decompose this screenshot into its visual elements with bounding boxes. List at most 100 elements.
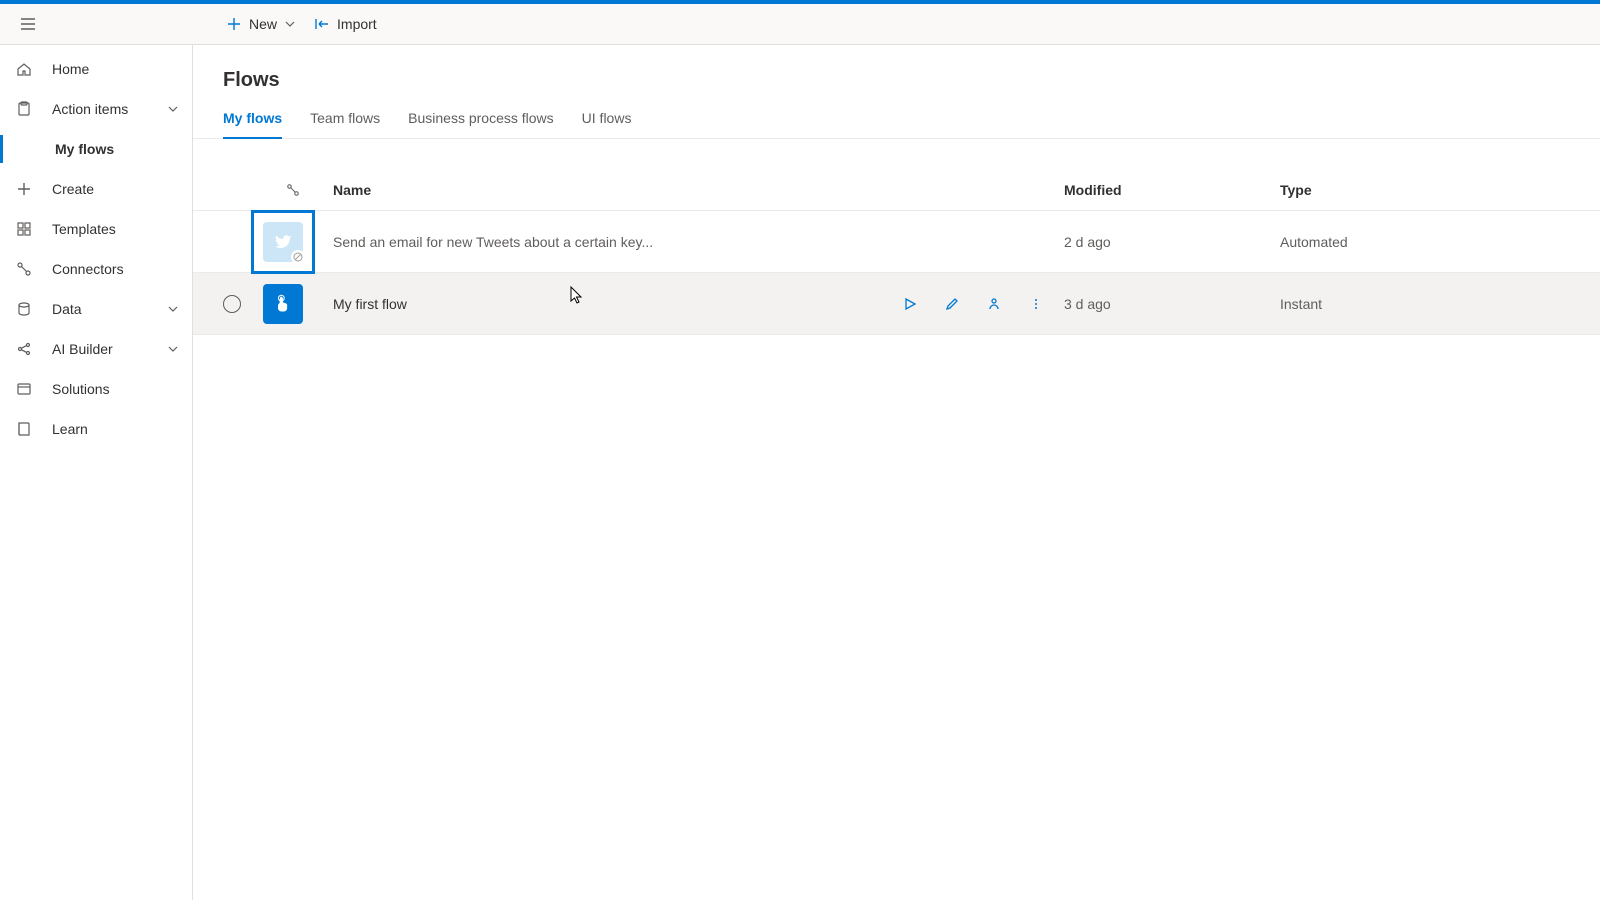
col-modified-header[interactable]: Modified [1064, 182, 1280, 198]
page-header: Flows [193, 45, 1600, 92]
templates-icon [14, 219, 34, 239]
col-modified-label: Modified [1064, 182, 1122, 198]
new-button[interactable]: New [219, 8, 303, 40]
sidebar: Home Action items My flows Create [0, 45, 193, 900]
col-type-header[interactable]: Type [1280, 182, 1600, 198]
tab-label: Business process flows [408, 110, 554, 126]
tab-team-flows[interactable]: Team flows [310, 110, 380, 138]
ai-icon [14, 339, 34, 359]
nav-label: Solutions [52, 381, 110, 397]
nav-label: AI Builder [52, 341, 113, 357]
nav-home[interactable]: Home [0, 49, 192, 89]
share-button[interactable] [978, 288, 1010, 320]
tabs: My flows Team flows Business process flo… [193, 92, 1600, 139]
col-name-header[interactable]: Name [323, 182, 894, 198]
edit-button[interactable] [936, 288, 968, 320]
import-button[interactable]: Import [307, 8, 385, 40]
flows-grid: Name Modified Type [193, 139, 1600, 335]
tab-label: My flows [223, 110, 282, 126]
tab-label: UI flows [582, 110, 632, 126]
nav-label: Learn [52, 421, 88, 437]
nav-label: Home [52, 61, 89, 77]
nav-label: Connectors [52, 261, 124, 277]
share-icon [987, 297, 1001, 311]
hamburger-button[interactable] [12, 8, 44, 40]
nav-label: Create [52, 181, 94, 197]
grid-header-row: Name Modified Type [193, 169, 1600, 211]
nav-my-flows[interactable]: My flows [0, 129, 192, 169]
tab-business-process-flows[interactable]: Business process flows [408, 110, 554, 138]
body: Home Action items My flows Create [0, 45, 1600, 900]
connectors-icon [14, 259, 34, 279]
row-icon-cell [263, 222, 323, 262]
flow-row[interactable]: Send an email for new Tweets about a cer… [193, 211, 1600, 273]
chevron-down-icon [285, 19, 295, 29]
nav-create[interactable]: Create [0, 169, 192, 209]
home-icon [14, 59, 34, 79]
selection-frame [251, 210, 315, 274]
tab-ui-flows[interactable]: UI flows [582, 110, 632, 138]
row-name-cell[interactable]: Send an email for new Tweets about a cer… [323, 234, 894, 250]
tab-my-flows[interactable]: My flows [223, 110, 282, 138]
modified-text: 3 d ago [1064, 296, 1111, 312]
nav-connectors[interactable]: Connectors [0, 249, 192, 289]
row-name-cell[interactable]: My first flow [323, 296, 894, 312]
play-icon [903, 297, 917, 311]
flow-name: My first flow [333, 296, 407, 312]
disabled-badge-icon [291, 250, 305, 264]
nav-label: My flows [55, 141, 114, 157]
chevron-down-icon [168, 341, 178, 357]
book-icon [14, 419, 34, 439]
pencil-icon [945, 297, 959, 311]
type-text: Automated [1280, 234, 1348, 250]
page-title: Flows [223, 69, 1600, 92]
hamburger-icon [20, 16, 36, 32]
flow-name: Send an email for new Tweets about a cer… [333, 234, 653, 250]
import-icon [315, 17, 329, 31]
flow-header-icon [286, 183, 300, 197]
plus-icon [227, 17, 241, 31]
nav-label: Action items [52, 101, 128, 117]
touch-icon [273, 294, 293, 314]
nav-templates[interactable]: Templates [0, 209, 192, 249]
row-actions [894, 288, 1064, 320]
chevron-down-icon [168, 101, 178, 117]
radio-unchecked-icon[interactable] [223, 295, 241, 313]
row-modified: 3 d ago [1064, 296, 1280, 312]
more-button[interactable] [1020, 288, 1052, 320]
modified-text: 2 d ago [1064, 234, 1111, 250]
run-button[interactable] [894, 288, 926, 320]
nav-data[interactable]: Data [0, 289, 192, 329]
main-content: Flows My flows Team flows Business proce… [193, 45, 1600, 900]
nav-action-items[interactable]: Action items [0, 89, 192, 129]
data-icon [14, 299, 34, 319]
clipboard-icon [14, 99, 34, 119]
nav-solutions[interactable]: Solutions [0, 369, 192, 409]
hamburger-region [0, 8, 193, 40]
plus-icon [14, 179, 34, 199]
row-type: Instant [1280, 296, 1600, 312]
command-bar: New Import [0, 4, 1600, 45]
row-type: Automated [1280, 234, 1600, 250]
type-text: Instant [1280, 296, 1322, 312]
flow-tile-twitter [263, 222, 303, 262]
import-button-label: Import [337, 16, 377, 32]
flow-tile-instant [263, 284, 303, 324]
row-icon-cell [263, 284, 323, 324]
app-root: New Import Home [0, 0, 1600, 900]
more-vertical-icon [1029, 297, 1043, 311]
nav-label: Templates [52, 221, 116, 237]
tab-label: Team flows [310, 110, 380, 126]
nav-label: Data [52, 301, 82, 317]
command-buttons: New Import [193, 8, 385, 40]
nav-learn[interactable]: Learn [0, 409, 192, 449]
col-type-label: Type [1280, 182, 1312, 198]
flow-row[interactable]: My first flow [193, 273, 1600, 335]
row-check[interactable] [223, 295, 263, 313]
chevron-down-icon [168, 301, 178, 317]
new-button-label: New [249, 16, 277, 32]
col-flow-icon [263, 183, 323, 197]
row-modified: 2 d ago [1064, 234, 1280, 250]
nav-ai-builder[interactable]: AI Builder [0, 329, 192, 369]
col-name-label: Name [333, 182, 371, 198]
